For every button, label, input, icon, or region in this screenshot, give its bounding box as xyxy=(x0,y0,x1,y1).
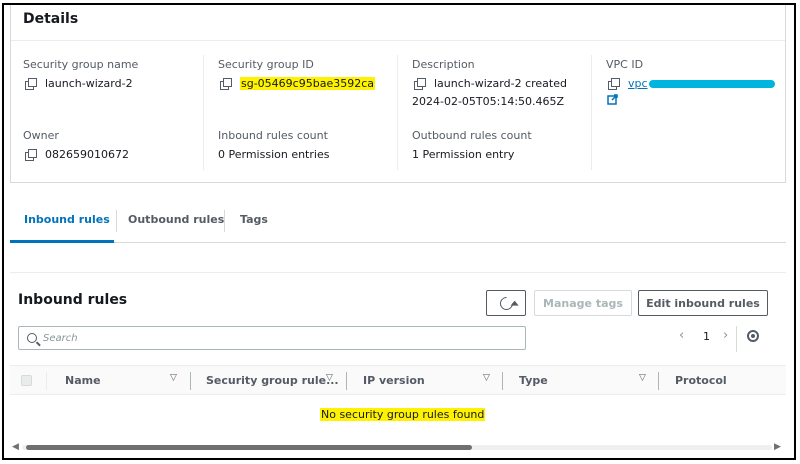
scrollbar-thumb[interactable] xyxy=(26,445,472,450)
column-divider xyxy=(346,372,347,390)
tab-inbound-rules[interactable]: Inbound rules xyxy=(24,213,110,226)
description-value-line1: launch-wizard-2 created xyxy=(414,77,567,90)
column-header-name[interactable]: Name xyxy=(65,374,101,387)
tab-bar: Inbound rules Outbound rules Tags xyxy=(10,205,786,243)
security-group-id: sg-05469c95bae3592ca xyxy=(240,77,375,90)
copy-icon[interactable] xyxy=(414,78,426,90)
description-line1: launch-wizard-2 created xyxy=(434,77,567,90)
security-group-name-label: Security group name xyxy=(23,58,139,71)
copy-icon[interactable] xyxy=(25,78,37,90)
column-divider xyxy=(46,372,47,390)
security-group-id-value: sg-05469c95bae3592ca xyxy=(220,77,375,90)
sort-icon[interactable]: ▽ xyxy=(170,373,177,383)
column-divider xyxy=(658,372,659,390)
description-label: Description xyxy=(412,58,475,71)
description-line2: 2024-02-05T05:14:50.465Z xyxy=(412,95,565,108)
details-title: Details xyxy=(23,11,79,27)
pager-divider xyxy=(736,326,737,352)
tab-divider xyxy=(224,210,225,232)
copy-icon[interactable] xyxy=(220,78,232,90)
column-header-ip-version[interactable]: IP version xyxy=(363,374,425,387)
column-header-type[interactable]: Type xyxy=(519,374,548,387)
refresh-button[interactable] xyxy=(486,290,526,316)
redaction-mark xyxy=(648,79,775,88)
column-divider xyxy=(502,372,503,390)
owner-label: Owner xyxy=(23,129,59,142)
active-tab-indicator xyxy=(10,240,114,243)
chevron-left-icon[interactable]: ‹ xyxy=(679,328,684,343)
column-divider xyxy=(203,55,204,170)
sort-icon[interactable]: ▽ xyxy=(639,373,646,383)
chevron-right-icon[interactable]: › xyxy=(723,328,728,343)
refresh-icon xyxy=(496,293,516,313)
column-divider xyxy=(397,55,398,170)
column-divider xyxy=(591,55,592,170)
details-panel: Details Security group name launch-wizar… xyxy=(10,5,786,183)
security-group-name: launch-wizard-2 xyxy=(45,77,133,90)
column-header-protocol[interactable]: Protocol xyxy=(675,374,727,387)
table-header: Name ▽ Security group rule... ▽ IP versi… xyxy=(10,365,786,395)
scroll-left-icon[interactable]: ◀ xyxy=(12,442,19,452)
tab-outbound-rules[interactable]: Outbound rules xyxy=(128,213,224,226)
column-header-security-group-rule[interactable]: Security group rule... xyxy=(206,374,339,387)
vpc-id-label: VPC ID xyxy=(606,58,644,71)
outbound-rules-count-label: Outbound rules count xyxy=(412,129,532,142)
empty-state-message: No security group rules found xyxy=(320,408,486,421)
search-icon xyxy=(27,333,37,343)
inbound-rules-panel: Inbound rules Manage tags Edit inbound r… xyxy=(10,272,786,457)
external-link-icon[interactable] xyxy=(607,94,618,105)
search-input[interactable] xyxy=(43,332,503,344)
horizontal-scrollbar[interactable]: ◀ ▶ xyxy=(12,441,784,453)
copy-icon[interactable] xyxy=(608,78,620,90)
vpc-id-link[interactable]: vpc xyxy=(628,77,648,90)
inbound-rules-count-label: Inbound rules count xyxy=(218,129,328,142)
window-frame: Details Security group name launch-wizar… xyxy=(2,3,796,460)
search-box[interactable] xyxy=(18,326,526,350)
outbound-rules-count: 1 Permission entry xyxy=(412,148,515,161)
scroll-right-icon[interactable]: ▶ xyxy=(774,442,781,452)
security-group-name-value: launch-wizard-2 xyxy=(25,77,133,90)
column-divider xyxy=(190,372,191,390)
page-number[interactable]: 1 xyxy=(703,330,710,343)
manage-tags-button[interactable]: Manage tags xyxy=(534,290,632,316)
security-group-id-label: Security group ID xyxy=(218,58,314,71)
owner: 082659010672 xyxy=(45,148,129,161)
tab-divider xyxy=(116,210,117,232)
tab-tags[interactable]: Tags xyxy=(240,213,268,226)
select-all-checkbox[interactable] xyxy=(21,375,32,386)
edit-inbound-rules-button[interactable]: Edit inbound rules xyxy=(638,290,768,316)
details-header: Details xyxy=(11,5,785,41)
sort-icon[interactable]: ▽ xyxy=(326,373,333,383)
inbound-rules-title: Inbound rules xyxy=(18,292,128,308)
owner-value: 082659010672 xyxy=(25,148,129,161)
sort-icon[interactable]: ▽ xyxy=(483,373,490,383)
gear-icon[interactable] xyxy=(747,330,759,342)
vpc-id-value: vpc xyxy=(608,77,775,90)
copy-icon[interactable] xyxy=(25,149,37,161)
inbound-rules-count: 0 Permission entries xyxy=(218,148,330,161)
